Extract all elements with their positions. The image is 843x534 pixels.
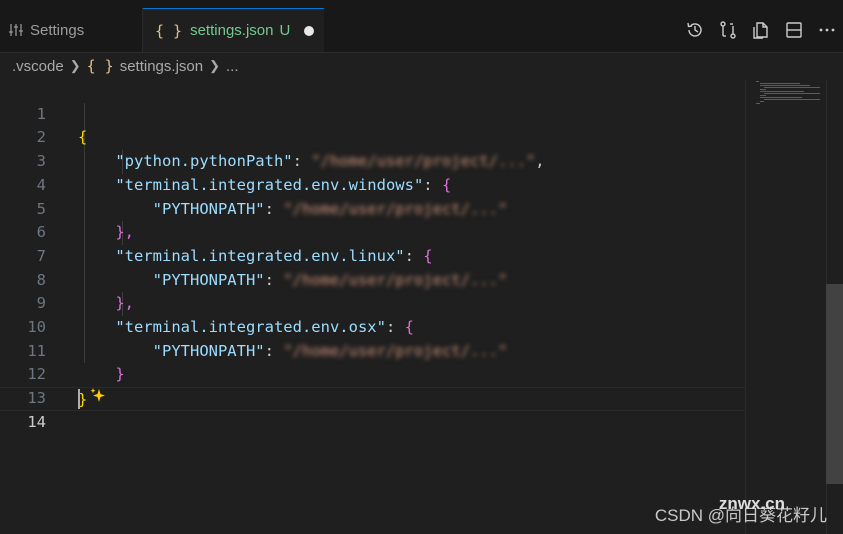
tab-json-label: settings.json: [190, 22, 274, 39]
code-line: 8 },: [0, 245, 745, 313]
breadcrumb-folder[interactable]: .vscode: [12, 58, 64, 75]
untracked-badge: U: [279, 22, 291, 39]
chevron-right-icon: ❯: [69, 58, 81, 73]
line-number: 14: [27, 412, 46, 431]
json-braces-icon: { }: [86, 57, 114, 75]
code-editor[interactable]: 1 { 2 "python.pythonPath": "/home/user/p…: [0, 79, 843, 534]
code-line: 5 },: [0, 174, 745, 242]
code-line: 4 "PYTHONPATH": "/home/user/project/...": [0, 150, 745, 218]
code-line: 10 "PYTHONPATH": "/home/user/project/...…: [0, 292, 745, 360]
tab-settings-label: Settings: [30, 21, 85, 39]
chevron-right-icon: ❯: [209, 58, 220, 73]
breadcrumb-file[interactable]: settings.json: [120, 58, 203, 75]
code-line: 12 }: [0, 340, 745, 408]
title-strip: [0, 0, 843, 8]
timeline-icon[interactable]: [678, 8, 711, 52]
minimap[interactable]: [752, 79, 828, 119]
watermark-site: znwx.cn: [718, 494, 785, 513]
code-line: 2 "python.pythonPath": "/home/user/proje…: [0, 103, 745, 170]
settings-sliders-icon: [8, 22, 24, 38]
code-line: 6 "terminal.integrated.env.linux": {: [0, 198, 745, 265]
code-line: 7 "PYTHONPATH": "/home/user/project/...": [0, 221, 745, 289]
split-editor-icon[interactable]: [777, 8, 810, 52]
scrollbar-thumb[interactable]: [826, 284, 843, 484]
code-line: 14: [0, 387, 745, 431]
breadcrumb-more[interactable]: ...: [226, 58, 239, 75]
breadcrumb: .vscode ❯ { } settings.json ❯ ...: [0, 53, 843, 79]
code-line: 3 "terminal.integrated.env.windows": {: [0, 126, 745, 194]
code-line: 9 "terminal.integrated.env.osx": {: [0, 269, 745, 336]
tab-settings-json[interactable]: { } settings.json U: [143, 8, 324, 52]
compare-changes-icon[interactable]: [711, 8, 744, 52]
code-line: 11 }: [0, 316, 745, 384]
unsaved-dot-icon[interactable]: [304, 25, 315, 36]
editor-actions: [678, 8, 843, 52]
json-braces-icon: { }: [155, 21, 183, 40]
code-line: 1 {: [0, 79, 745, 147]
open-settings-icon[interactable]: [744, 8, 777, 52]
more-actions-icon[interactable]: [810, 8, 843, 52]
watermark: CSDN @向日葵花籽儿 znwx.cn: [655, 494, 827, 526]
editor-ruler: [745, 79, 746, 534]
tab-settings[interactable]: Settings: [0, 8, 143, 52]
code-line: 13: [0, 363, 745, 407]
